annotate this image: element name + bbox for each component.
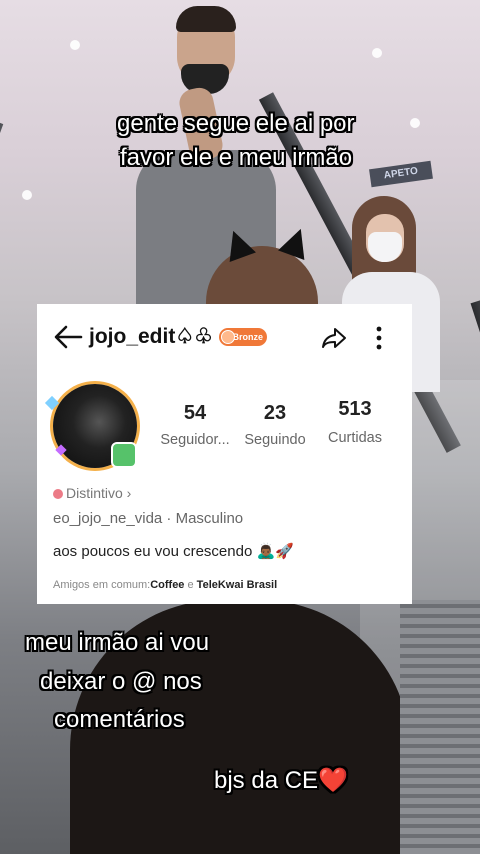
medal-icon xyxy=(221,330,235,344)
face-mask xyxy=(368,232,402,262)
mutual-friends[interactable]: Amigos em comum:Coffee e TeleKwai Brasil xyxy=(53,579,277,591)
share-icon[interactable] xyxy=(321,326,347,350)
back-arrow-icon[interactable] xyxy=(53,324,83,350)
badges-link[interactable]: Distintivo › xyxy=(53,485,131,501)
avatar[interactable] xyxy=(44,384,137,468)
more-options-icon[interactable] xyxy=(375,324,383,352)
person-man-hair xyxy=(176,6,236,32)
ceiling-light xyxy=(410,118,420,128)
store-sign: APETO xyxy=(369,160,433,188)
profile-card: jojo_edit♤♧ Bronze 54 Seguidor... 23 Seg… xyxy=(37,304,412,604)
caption-line: favor ele e meu irmão xyxy=(120,144,353,171)
stat-label: Curtidas xyxy=(328,430,382,446)
caption-line: bjs da CE❤️ xyxy=(214,767,348,794)
stat-value: 54 xyxy=(183,402,207,424)
escalator-steps xyxy=(400,600,480,854)
caption-line: gente segue ele ai por xyxy=(117,110,355,137)
mutual-friend-name[interactable]: TeleKwai Brasil xyxy=(197,579,278,591)
caption-line: meu irmão ai vou xyxy=(25,629,210,656)
stat-following[interactable]: 23 Seguindo xyxy=(237,402,313,448)
caption-line: comentários xyxy=(54,706,185,733)
sparkle-icon xyxy=(44,395,60,411)
chevron-right-icon: › xyxy=(122,485,132,501)
stat-likes[interactable]: 513 Curtidas xyxy=(317,398,393,446)
mutual-friends-prefix: Amigos em comum: xyxy=(53,579,151,591)
level-badge[interactable]: Bronze xyxy=(219,328,267,346)
stat-value: 23 xyxy=(263,402,287,424)
profile-username: jojo_edit♤♧ xyxy=(89,325,213,348)
profile-header: jojo_edit♤♧ Bronze xyxy=(37,318,412,358)
ceiling-light xyxy=(70,40,80,50)
escalator-handrail-left xyxy=(0,115,4,839)
stat-label: Seguidor... xyxy=(160,432,230,448)
badges-label: Distintivo xyxy=(66,485,123,501)
profile-bio: aos poucos eu vou crescendo 🙇🏾‍♂️🚀 xyxy=(53,543,294,560)
caption-line: deixar o @ nos xyxy=(40,668,202,695)
live-badge-icon xyxy=(111,442,137,468)
stat-label: Seguindo xyxy=(244,432,306,448)
handle-gender: eo_jojo_ne_vida · Masculino xyxy=(53,510,244,527)
badge-dot-icon xyxy=(53,489,63,499)
mutual-friends-joiner: e xyxy=(184,579,197,591)
sparkle-icon xyxy=(55,444,67,456)
stat-followers[interactable]: 54 Seguidor... xyxy=(153,402,237,448)
stat-value: 513 xyxy=(338,398,372,420)
ceiling-light xyxy=(372,48,382,58)
level-badge-label: Bronze xyxy=(232,332,263,342)
mutual-friend-name[interactable]: Coffee xyxy=(150,579,184,591)
ceiling-light xyxy=(22,190,32,200)
